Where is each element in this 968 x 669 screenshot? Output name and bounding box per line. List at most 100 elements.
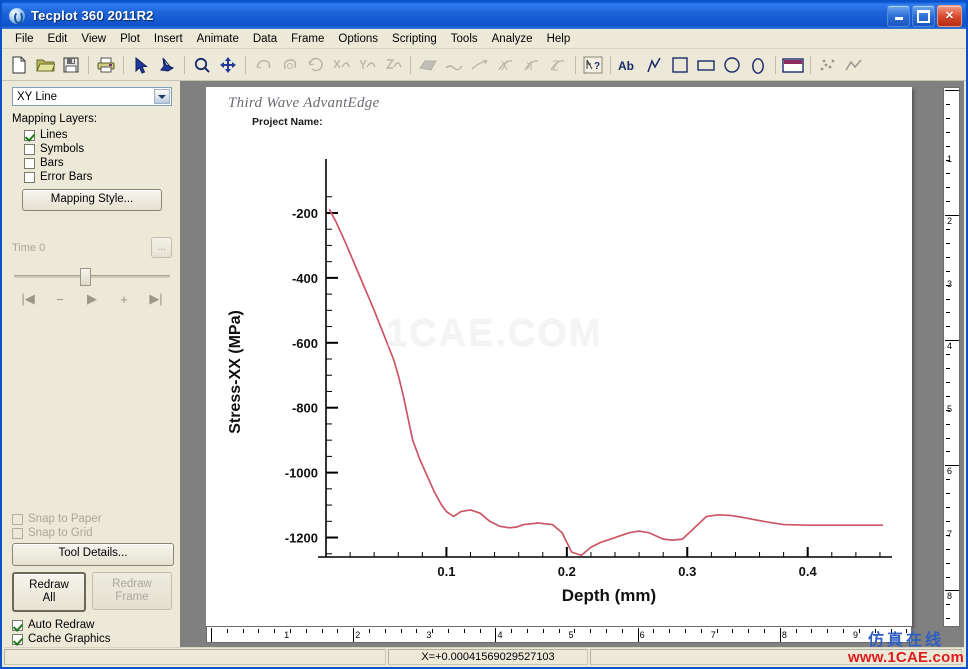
checkbox-bars[interactable] xyxy=(24,157,35,169)
checkbox-auto-redraw[interactable] xyxy=(12,619,23,631)
ruler-tick xyxy=(290,629,291,633)
open-folder-icon[interactable] xyxy=(32,52,58,78)
layer-bars-row[interactable]: Bars xyxy=(24,157,172,169)
menu-tools[interactable]: Tools xyxy=(444,31,485,47)
plot-paper[interactable]: Third Wave AdvantEdge Project Name: 1CAE… xyxy=(206,87,912,627)
ruler-tick xyxy=(542,629,544,633)
animation-transport-controls: |◀ − ▶ + ▶| xyxy=(12,291,172,307)
redraw-all-button[interactable]: Redraw All xyxy=(12,572,86,612)
adjustor-icon[interactable] xyxy=(154,52,180,78)
ruler-tick xyxy=(946,381,950,383)
ruler-tick xyxy=(448,629,450,633)
site-watermark: 仿真在线 www.1CAE.com xyxy=(848,632,964,666)
menu-scripting[interactable]: Scripting xyxy=(385,31,444,47)
rotate-z-icon xyxy=(380,52,406,78)
ruler-tick xyxy=(416,629,418,633)
select-arrow-icon[interactable] xyxy=(128,52,154,78)
rotate-roller-icon xyxy=(276,52,302,78)
mapping-style-button[interactable]: Mapping Style... xyxy=(22,189,162,211)
menu-edit[interactable]: Edit xyxy=(41,31,75,47)
svg-text:0.3: 0.3 xyxy=(678,564,696,579)
horizontal-ruler[interactable]: 123456789 xyxy=(206,626,912,643)
ruler-tick xyxy=(716,629,718,633)
checkbox-lines[interactable] xyxy=(24,129,35,141)
ellipse-tool-icon[interactable] xyxy=(745,52,771,78)
menu-animate[interactable]: Animate xyxy=(190,31,246,47)
auto-redraw-row[interactable]: Auto Redraw xyxy=(12,619,172,631)
ruler-tick xyxy=(946,229,950,231)
ruler-tick xyxy=(384,629,386,633)
snap-to-paper-label: Snap to Paper xyxy=(28,513,102,525)
ruler-tick xyxy=(946,270,950,272)
checkbox-snap-to-paper xyxy=(12,513,23,525)
ruler-tick xyxy=(653,629,655,633)
minimize-button[interactable] xyxy=(887,5,910,27)
ruler-tick xyxy=(946,604,950,606)
menu-analyze[interactable]: Analyze xyxy=(485,31,540,47)
maximize-button[interactable] xyxy=(912,5,935,27)
time-slider xyxy=(12,268,172,286)
menu-insert[interactable]: Insert xyxy=(147,31,190,47)
plot-workspace[interactable]: Third Wave AdvantEdge Project Name: 1CAE… xyxy=(180,81,964,665)
ruler-tick xyxy=(621,629,623,633)
extract-line-icon xyxy=(545,52,571,78)
text-tool-icon[interactable]: Ab xyxy=(615,52,641,78)
ruler-tick xyxy=(764,629,766,633)
ruler-tick xyxy=(321,629,323,633)
polyline-tool-icon[interactable] xyxy=(641,52,667,78)
ruler-tick xyxy=(946,423,950,425)
svg-text:-200: -200 xyxy=(292,206,318,221)
layer-error-bars-row[interactable]: Error Bars xyxy=(24,171,172,183)
checkbox-symbols[interactable] xyxy=(24,143,35,155)
vertical-ruler[interactable]: 1 2 3 4 5 6 7 8 xyxy=(943,87,960,627)
coordinate-readout: X=+0.00041569029527103 xyxy=(388,648,588,665)
menu-help[interactable]: Help xyxy=(540,31,578,47)
square-tool-icon[interactable] xyxy=(667,52,693,78)
ruler-label: 7 xyxy=(947,528,953,539)
plot-type-dropdown[interactable]: XY Line xyxy=(12,87,172,106)
zoom-magnifier-icon[interactable] xyxy=(189,52,215,78)
cache-graphics-row[interactable]: Cache Graphics xyxy=(12,633,172,645)
ruler-tick xyxy=(946,618,950,620)
pan-move-icon[interactable] xyxy=(215,52,241,78)
print-icon[interactable] xyxy=(93,52,119,78)
redraw-all-line1: Redraw xyxy=(29,579,69,591)
svg-text:-1000: -1000 xyxy=(285,466,318,481)
menu-plot[interactable]: Plot xyxy=(113,31,147,47)
ruler-tick xyxy=(811,629,813,633)
slice-icon xyxy=(415,52,441,78)
step-forward-button: + xyxy=(120,291,128,307)
toolbar-separator-4 xyxy=(241,52,250,78)
circle-tool-icon[interactable] xyxy=(719,52,745,78)
menu-options[interactable]: Options xyxy=(331,31,385,47)
layer-bars-label: Bars xyxy=(40,157,64,169)
probe-query-icon[interactable]: ? xyxy=(580,52,606,78)
redraw-all-line2: All xyxy=(42,592,56,604)
checkbox-cache-graphics[interactable] xyxy=(12,633,23,645)
save-icon[interactable] xyxy=(58,52,84,78)
left-sidebar: XY Line Mapping Layers: Lines Symbols Ba… xyxy=(4,81,180,665)
ruler-label: 3 xyxy=(426,630,432,640)
image-tool-icon[interactable] xyxy=(780,52,806,78)
menu-frame[interactable]: Frame xyxy=(284,31,331,47)
xy-line-chart[interactable]: 0.1 0.2 0.3 0.4 -200 -400 -600 -800 -1000 -1200 De… xyxy=(206,87,912,627)
menu-file[interactable]: File xyxy=(8,31,41,47)
layer-lines-row[interactable]: Lines xyxy=(24,129,172,141)
ruler-tick xyxy=(946,201,950,203)
extract-points-icon xyxy=(519,52,545,78)
new-file-icon[interactable] xyxy=(6,52,32,78)
contour-probe-icon xyxy=(493,52,519,78)
layer-symbols-row[interactable]: Symbols xyxy=(24,143,172,155)
svg-text:Depth (mm): Depth (mm) xyxy=(562,586,656,605)
plot-watermark: 1CAE.COM xyxy=(386,312,603,354)
tool-details-button[interactable]: Tool Details... xyxy=(12,543,174,566)
close-button[interactable]: ✕ xyxy=(937,5,962,27)
chevron-down-icon[interactable] xyxy=(154,89,170,104)
ruler-tick xyxy=(946,562,950,564)
checkbox-error-bars[interactable] xyxy=(24,171,35,183)
rectangle-tool-icon[interactable] xyxy=(693,52,719,78)
ruler-tick xyxy=(495,628,497,642)
menu-view[interactable]: View xyxy=(74,31,113,47)
ruler-tick xyxy=(258,629,260,633)
menu-data[interactable]: Data xyxy=(246,31,284,47)
